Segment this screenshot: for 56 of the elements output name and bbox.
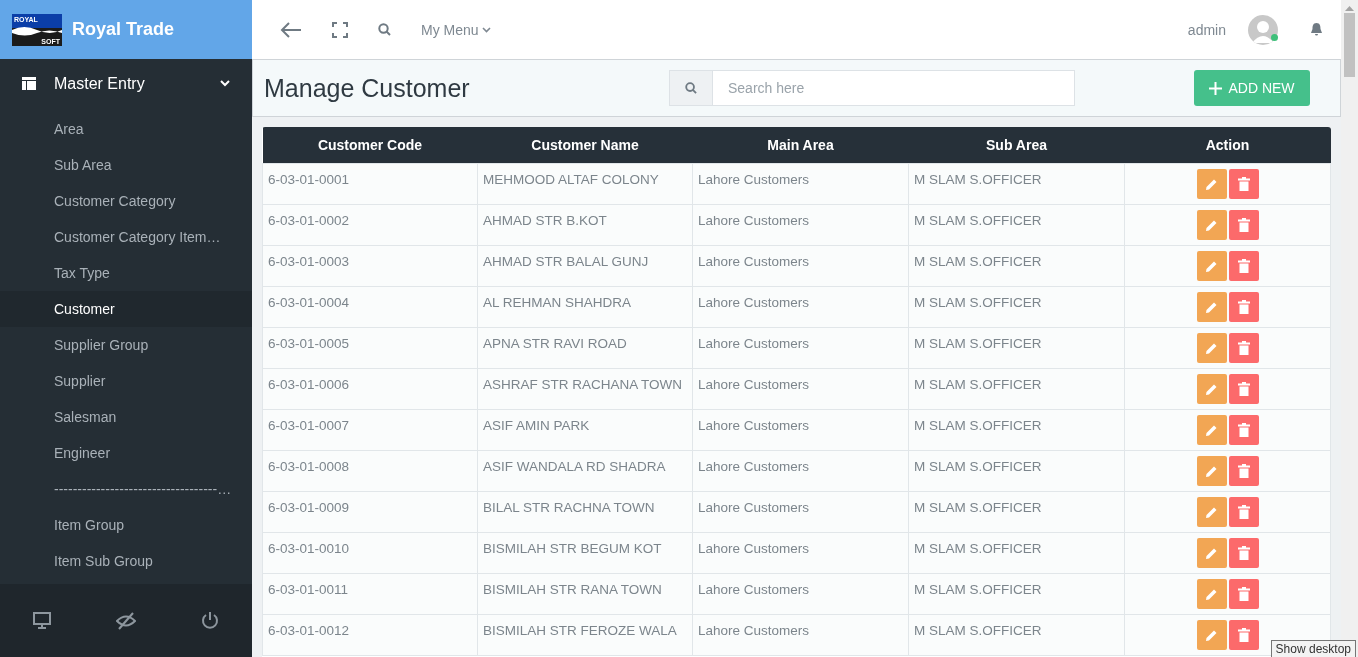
table-cell: M SLAM S.OFFICER xyxy=(908,204,1125,246)
table-cell: M SLAM S.OFFICER xyxy=(908,491,1125,533)
table-cell: Lahore Customers xyxy=(692,204,909,246)
table-cell: 6-03-01-0011 xyxy=(262,573,478,615)
app-title: Royal Trade xyxy=(72,19,175,40)
table-cell: Lahore Customers xyxy=(692,409,909,451)
table-cell: M SLAM S.OFFICER xyxy=(908,368,1125,410)
table-cell: Lahore Customers xyxy=(692,491,909,533)
table-cell: ASIF AMIN PARK xyxy=(477,409,693,451)
table-cell: M SLAM S.OFFICER xyxy=(908,245,1125,287)
table-cell: 6-03-01-0002 xyxy=(262,204,478,246)
table-cell: M SLAM S.OFFICER xyxy=(908,409,1125,451)
table-cell: Lahore Customers xyxy=(692,614,909,656)
table-cell: 6-03-01-0008 xyxy=(262,450,478,492)
table-cell: M SLAM S.OFFICER xyxy=(908,614,1125,656)
table-cell: M SLAM S.OFFICER xyxy=(908,286,1125,328)
table-cell: Lahore Customers xyxy=(692,327,909,369)
table-cell: BILAL STR RACHNA TOWN xyxy=(477,491,693,533)
table-cell: M SLAM S.OFFICER xyxy=(908,163,1125,205)
table-cell: M SLAM S.OFFICER xyxy=(908,573,1125,615)
table-cell: AL REHMAN SHAHDRA xyxy=(477,286,693,328)
table-cell: Lahore Customers xyxy=(692,286,909,328)
table-cell: BISMILAH STR BEGUM KOT xyxy=(477,532,693,574)
table-cell: 6-03-01-0004 xyxy=(262,286,478,328)
table-cell: AHMAD STR B.KOT xyxy=(477,204,693,246)
table-cell: Lahore Customers xyxy=(692,573,909,615)
column-header: Action xyxy=(1124,127,1331,164)
table-cell: AHMAD STR BALAL GUNJ xyxy=(477,245,693,287)
table-cell: APNA STR RAVI ROAD xyxy=(477,327,693,369)
table-cell: MEHMOOD ALTAF COLONY xyxy=(477,163,693,205)
table-cell: 6-03-01-0010 xyxy=(262,532,478,574)
table-cell: Lahore Customers xyxy=(692,368,909,410)
table-cell: 6-03-01-0006 xyxy=(262,368,478,410)
table-cell: 6-03-01-0003 xyxy=(262,245,478,287)
table-cell: ASHRAF STR RACHANA TOWN xyxy=(477,368,693,410)
table-cell: 6-03-01-0009 xyxy=(262,491,478,533)
column-header: Main Area xyxy=(692,127,909,164)
table-cell: M SLAM S.OFFICER xyxy=(908,450,1125,492)
table-cell: M SLAM S.OFFICER xyxy=(908,327,1125,369)
table-cell: ASIF WANDALA RD SHADRA xyxy=(477,450,693,492)
table-cell: 6-03-01-0007 xyxy=(262,409,478,451)
table-cell: Lahore Customers xyxy=(692,532,909,574)
table-cell: BISMILAH STR RANA TOWN xyxy=(477,573,693,615)
table-cell: Lahore Customers xyxy=(692,163,909,205)
table-cell: M SLAM S.OFFICER xyxy=(908,532,1125,574)
page-title: Manage Customer xyxy=(264,73,471,103)
table-cell: 6-03-01-0012 xyxy=(262,614,478,656)
tooltip: Show desktop xyxy=(1270,640,1356,657)
column-header: Customer Code xyxy=(262,127,478,164)
table-cell: 6-03-01-0001 xyxy=(262,163,478,205)
table-cell: BISMILAH STR FEROZE WALA xyxy=(477,614,693,656)
column-header: Customer Name xyxy=(477,127,693,164)
table-cell: 6-03-01-0005 xyxy=(262,327,478,369)
table-cell: Lahore Customers xyxy=(692,245,909,287)
column-header: Sub Area xyxy=(908,127,1125,164)
table-cell: Lahore Customers xyxy=(692,450,909,492)
